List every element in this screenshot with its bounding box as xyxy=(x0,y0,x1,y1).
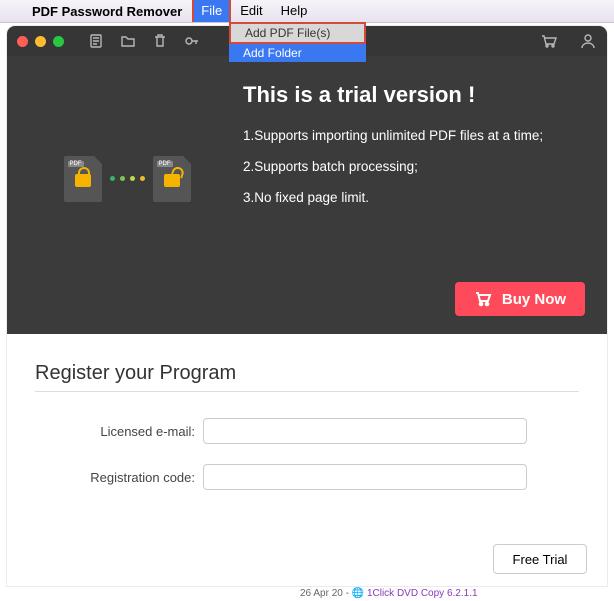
hero-line-2: 2.Supports batch processing; xyxy=(243,159,543,174)
window-controls xyxy=(17,36,64,47)
cart-icon[interactable] xyxy=(539,32,557,50)
close-window-icon[interactable] xyxy=(17,36,28,47)
folder-icon[interactable] xyxy=(120,33,136,49)
minimize-window-icon[interactable] xyxy=(35,36,46,47)
cart-icon xyxy=(474,291,492,307)
menu-file[interactable]: File xyxy=(192,0,231,22)
code-field-row: Registration code: xyxy=(35,464,579,490)
hero-line-3: 3.No fixed page limit. xyxy=(243,190,543,205)
hero-text: This is a trial version ! 1.Supports imp… xyxy=(243,82,543,221)
hero-line-1: 1.Supports importing unlimited PDF files… xyxy=(243,128,543,143)
register-panel: Register your Program Licensed e-mail: R… xyxy=(7,334,607,526)
email-input[interactable] xyxy=(203,418,527,444)
free-trial-button[interactable]: Free Trial xyxy=(493,544,587,574)
menu-edit[interactable]: Edit xyxy=(231,0,271,22)
app-name[interactable]: PDF Password Remover xyxy=(22,4,192,19)
hero-title: This is a trial version ! xyxy=(243,82,543,108)
toolbar-right xyxy=(539,32,597,50)
menu-add-pdf-files[interactable]: Add PDF File(s) xyxy=(229,22,366,44)
trash-icon[interactable] xyxy=(152,33,168,49)
pdf-illustration: PDF PDF xyxy=(37,82,217,221)
key-icon[interactable] xyxy=(184,33,200,49)
user-icon[interactable] xyxy=(579,32,597,50)
buy-now-button[interactable]: Buy Now xyxy=(455,282,585,316)
email-label: Licensed e-mail: xyxy=(35,424,203,439)
email-field-row: Licensed e-mail: xyxy=(35,418,579,444)
menu-add-folder[interactable]: Add Folder xyxy=(229,44,366,62)
background-page-peek: 26 Apr 20 - 🌐 1Click DVD Copy 6.2.1.1 xyxy=(300,588,478,599)
progress-dots-icon xyxy=(110,176,145,181)
buy-now-label: Buy Now xyxy=(502,291,566,308)
register-heading: Register your Program xyxy=(35,362,579,385)
hero-panel: PDF PDF This is a trial version ! 1.Supp… xyxy=(7,56,607,334)
code-label: Registration code: xyxy=(35,470,203,485)
document-icon[interactable] xyxy=(88,33,104,49)
zoom-window-icon[interactable] xyxy=(53,36,64,47)
divider xyxy=(35,391,579,392)
app-window: PDF PDF This is a trial version ! 1.Supp… xyxy=(7,26,607,586)
macos-menubar: PDF Password Remover File Edit Help xyxy=(0,0,614,23)
unlocked-pdf-icon: PDF xyxy=(153,156,191,202)
locked-pdf-icon: PDF xyxy=(64,156,102,202)
code-input[interactable] xyxy=(203,464,527,490)
menu-help[interactable]: Help xyxy=(272,0,317,22)
file-dropdown: Add PDF File(s) Add Folder xyxy=(229,22,366,62)
